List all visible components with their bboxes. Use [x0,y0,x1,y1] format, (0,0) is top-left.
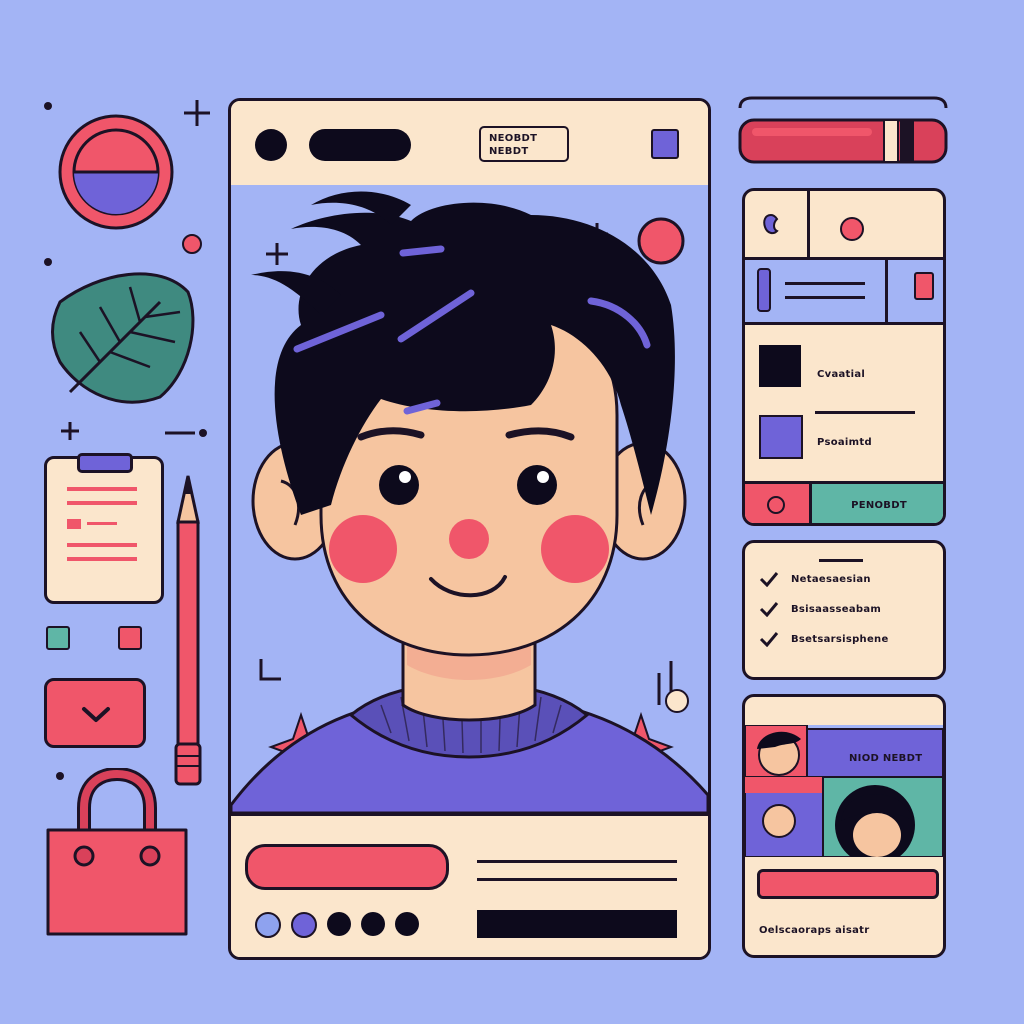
half-circle-badge-icon [58,114,174,230]
panel-footer-icon-cell[interactable] [745,481,812,523]
dropdown-button[interactable] [44,678,146,748]
card-header: NEOBDT NEBDT [231,101,708,188]
black-pill-bar [309,129,411,161]
profile-caption: Oelscaoraps aisatr [759,925,870,936]
leaf-icon [51,272,195,404]
profile-mini-card: NIOD NEBDT Oelscaoraps aisatr [742,694,946,958]
checklist-card: Netaesaesian Bsisaasseabam Bsetsarsisphe… [742,540,946,680]
checklist-item-label: Netaesaesian [791,573,871,585]
checklist: Netaesaesian Bsisaasseabam Bsetsarsisphe… [759,571,889,647]
checkmark-icon [759,632,779,647]
checklist-item[interactable]: Bsisaasseabam [759,601,889,617]
text-line [477,860,677,863]
row1-label: Cvaatial [817,369,866,380]
checkmark-icon [759,572,779,587]
checklist-item[interactable]: Netaesaesian [759,571,889,587]
panel-footer-button[interactable]: PENOBDT [812,481,943,523]
panel-cell [888,260,943,325]
row2-label: Psoaimtd [817,437,872,448]
bag-icon [46,768,188,936]
panel-footer-button-label: PENOBDT [851,499,907,511]
swatch-black[interactable] [759,345,801,387]
panel-row [745,260,888,325]
teal-square [46,626,70,650]
pencil-icon [174,475,202,786]
purple-dot[interactable] [255,912,281,938]
divider [815,411,915,414]
checklist-item[interactable]: Bsetsarsisphene [759,631,889,647]
purple-dot[interactable] [291,912,317,938]
clipboard-icon [44,453,164,604]
profile-action-bar[interactable] [757,869,939,899]
banner-text: NIOD NEBDT [849,753,923,764]
slider-bar[interactable] [734,96,954,172]
panel-cell [810,191,943,260]
header-tag: NEOBDT NEBDT [479,126,569,162]
avatar-portrait [231,185,708,813]
dot-controls [255,912,419,938]
black-dot[interactable] [361,912,385,936]
checklist-item-label: Bsetsarsisphene [791,633,889,645]
chevron-down-icon [82,707,110,722]
profile-thumbnail-grid [745,725,943,857]
plus-icon [184,100,210,126]
menu-square-button[interactable] [651,129,679,159]
main-profile-card: NEOBDT NEBDT [228,98,711,960]
settings-panel: Cvaatial Psoaimtd PENOBDT [742,188,946,526]
text-line [477,878,677,881]
user-icon [763,213,779,235]
checklist-item-label: Bsisaasseabam [791,603,882,615]
black-dot[interactable] [327,912,351,936]
black-bar [477,910,677,938]
black-dot-icon [255,129,287,161]
divider [819,559,863,562]
card-footer [231,813,708,957]
black-dot[interactable] [395,912,419,936]
primary-action-button[interactable] [245,844,449,890]
checkmark-icon [759,602,779,617]
panel-cell [745,191,810,260]
red-square [118,626,142,650]
swatch-purple[interactable] [759,415,803,459]
